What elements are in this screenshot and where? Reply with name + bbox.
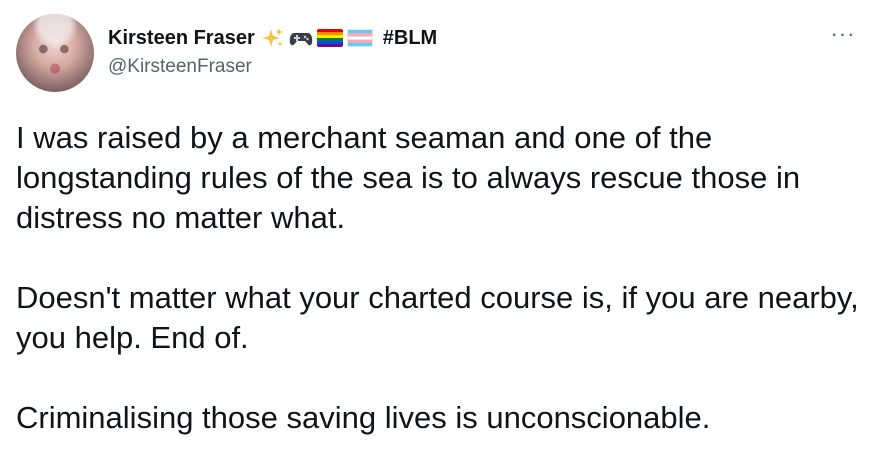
tweet-card: Kirsteen Fraser #BLM @KirsteenFraser ···…	[0, 0, 888, 465]
transgender-flag-icon	[346, 29, 373, 47]
author-name-row: Kirsteen Fraser #BLM	[108, 24, 437, 52]
avatar-photo	[16, 14, 94, 92]
video-game-controller-icon	[289, 29, 313, 47]
sparkles-icon	[261, 26, 285, 50]
author-handle[interactable]: @KirsteenFraser	[108, 56, 437, 78]
author-hashtag[interactable]: #BLM	[383, 27, 437, 50]
tweet-paragraph: Doesn't matter what your charted course …	[16, 280, 859, 355]
tweet-paragraph: I was raised by a merchant seaman and on…	[16, 120, 801, 235]
tweet-paragraph: Criminalising those saving lives is unco…	[16, 400, 711, 435]
author-emoji-set	[261, 26, 373, 50]
more-options-icon: ···	[830, 21, 856, 46]
rainbow-flag-icon	[316, 29, 343, 47]
tweet-text: I was raised by a merchant seaman and on…	[16, 118, 876, 438]
tweet-header: Kirsteen Fraser #BLM @KirsteenFraser	[108, 24, 437, 78]
author-name[interactable]: Kirsteen Fraser	[108, 27, 255, 50]
more-options-button[interactable]: ···	[828, 21, 858, 46]
avatar[interactable]	[16, 14, 94, 92]
